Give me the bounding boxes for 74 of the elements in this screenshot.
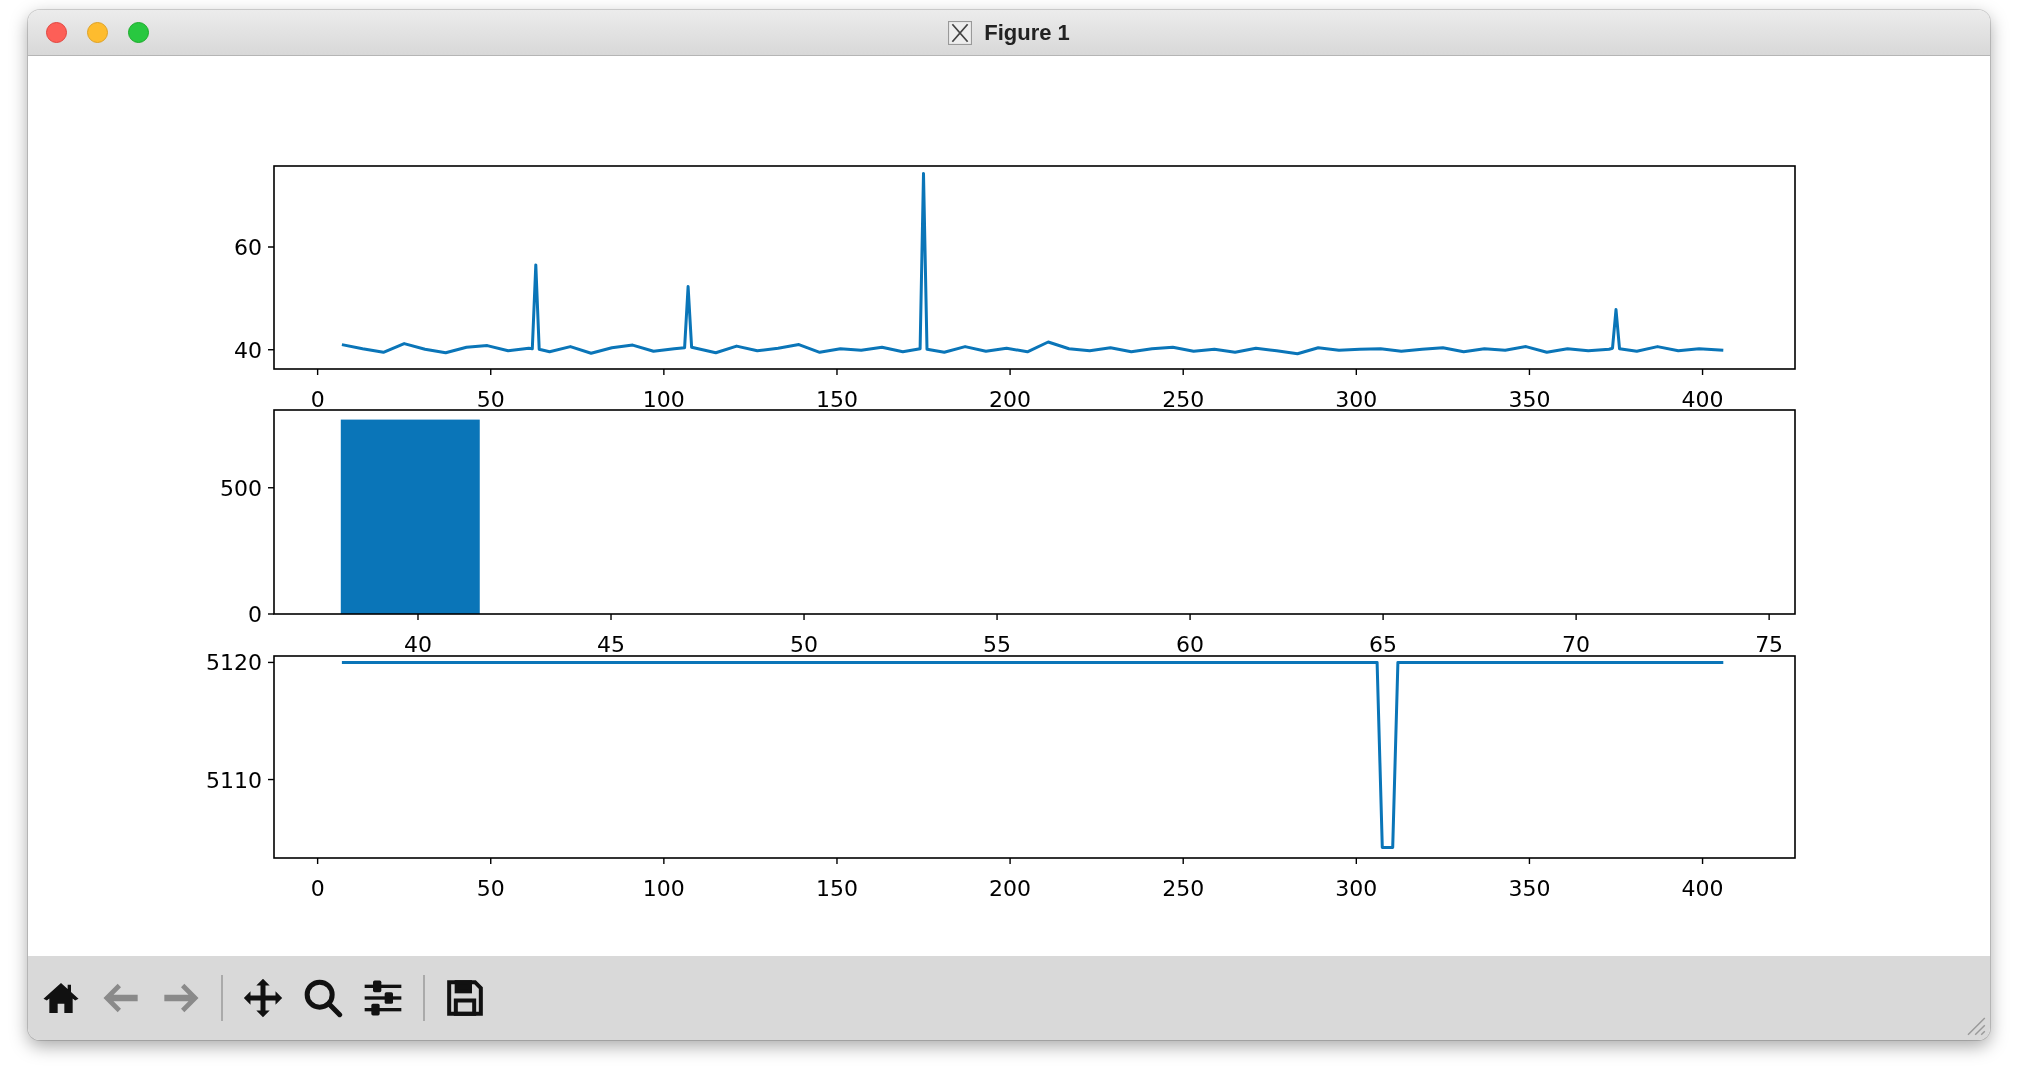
tick-mark xyxy=(1189,613,1191,621)
tick-mark xyxy=(663,857,665,865)
tick-label: 400 xyxy=(1681,876,1724,901)
tick-mark xyxy=(836,368,838,376)
move-arrows-icon[interactable] xyxy=(243,978,283,1018)
tick-label: 100 xyxy=(642,387,685,412)
tick-mark xyxy=(1009,857,1011,865)
tick-mark xyxy=(316,368,319,376)
tick-mark xyxy=(663,368,665,376)
tick-label: 50 xyxy=(476,876,505,901)
tick-label: 5120 xyxy=(206,650,262,676)
tick-mark xyxy=(1575,613,1577,621)
app-icon xyxy=(948,20,973,45)
tick-mark xyxy=(803,613,805,621)
tick-label: 70 xyxy=(1562,632,1591,657)
tick-mark xyxy=(490,857,492,865)
tick-label: 250 xyxy=(1162,387,1205,412)
tick-label: 500 xyxy=(220,475,262,501)
tick-mark xyxy=(267,246,275,248)
tick-mark xyxy=(417,613,419,621)
tick-label: 55 xyxy=(983,632,1012,657)
tick-label: 75 xyxy=(1755,632,1784,657)
tick-label: 0 xyxy=(248,602,262,627)
tick-label: 50 xyxy=(476,387,505,412)
tick-mark xyxy=(267,487,275,489)
tick-label: 250 xyxy=(1162,876,1205,901)
tick-mark xyxy=(1382,613,1384,621)
tick-mark xyxy=(1009,368,1011,376)
tick-label: 300 xyxy=(1335,876,1378,901)
tick-label: 40 xyxy=(234,337,262,363)
tick-mark xyxy=(610,613,612,621)
tick-mark xyxy=(1768,613,1770,621)
tick-label: 45 xyxy=(597,632,625,657)
tick-label: 5110 xyxy=(206,767,262,793)
tick-label: 60 xyxy=(1176,632,1205,657)
tick-mark xyxy=(836,857,838,865)
tick-mark xyxy=(1355,368,1357,376)
toolbar-separator xyxy=(221,975,223,1021)
toolbar-separator xyxy=(423,975,425,1021)
tick-label: 100 xyxy=(642,876,685,901)
zoom-button[interactable] xyxy=(128,22,149,43)
tick-label: 200 xyxy=(989,876,1032,901)
tick-label: 350 xyxy=(1508,387,1551,412)
tick-mark xyxy=(1701,857,1704,865)
tick-label: 150 xyxy=(815,876,858,901)
tick-label: 150 xyxy=(815,387,858,412)
tick-label: 0 xyxy=(310,876,325,901)
tick-label: 40 xyxy=(404,632,432,657)
search-icon[interactable] xyxy=(303,978,343,1018)
tick-mark xyxy=(267,613,275,615)
tick-mark xyxy=(490,368,492,376)
tick-mark xyxy=(267,349,275,351)
tick-label: 50 xyxy=(790,632,819,657)
tick-mark xyxy=(1355,857,1357,865)
tick-mark xyxy=(267,778,275,781)
tick-mark xyxy=(267,661,275,664)
tick-mark xyxy=(1182,857,1184,865)
tick-label: 200 xyxy=(989,387,1032,412)
tick-label: 300 xyxy=(1335,387,1378,412)
tick-mark xyxy=(1182,368,1184,376)
tick-mark xyxy=(316,857,319,865)
tick-mark xyxy=(1528,368,1531,376)
tick-mark xyxy=(1528,857,1531,865)
window-title: Figure 1 xyxy=(984,19,1070,46)
close-button[interactable] xyxy=(46,22,67,43)
tick-mark xyxy=(1701,368,1704,376)
tick-label: 60 xyxy=(234,234,262,260)
tick-label: 350 xyxy=(1508,876,1551,901)
tick-mark xyxy=(996,613,998,621)
tick-label: 65 xyxy=(1369,632,1398,657)
minimize-button[interactable] xyxy=(87,22,108,43)
sliders-icon[interactable] xyxy=(363,978,403,1018)
tick-label: 0 xyxy=(310,387,325,412)
tick-label: 400 xyxy=(1681,387,1724,412)
